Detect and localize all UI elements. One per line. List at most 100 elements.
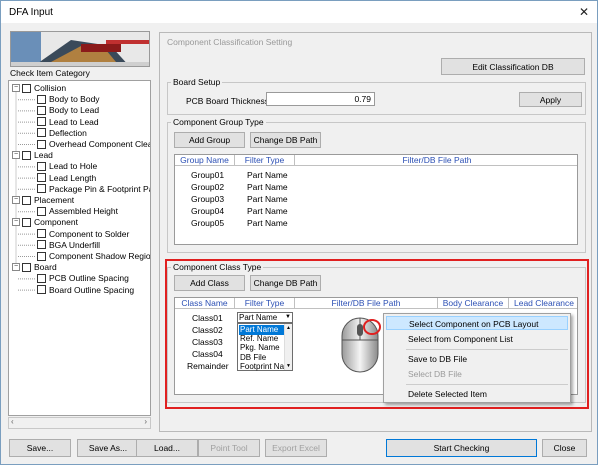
expand-collapse-icon[interactable]: − bbox=[12, 196, 20, 204]
checkbox[interactable] bbox=[37, 173, 46, 183]
tree-item[interactable]: Overhead Component Clearan bbox=[37, 139, 150, 149]
scroll-up-icon[interactable]: ▲ bbox=[286, 325, 291, 331]
group-filter-type-cell[interactable]: Part Name bbox=[247, 170, 288, 180]
tree-item[interactable]: PCB Outline Spacing bbox=[37, 273, 129, 283]
tree-item[interactable]: Deflection bbox=[37, 128, 87, 138]
scroll-down-icon[interactable]: ▼ bbox=[286, 363, 291, 369]
menu-select-db-file[interactable]: Select DB File bbox=[386, 367, 568, 381]
group-name-cell[interactable]: Group04 bbox=[191, 206, 224, 216]
checkbox[interactable] bbox=[37, 184, 46, 194]
tree-item[interactable]: Assembled Height bbox=[37, 206, 118, 216]
save-button[interactable]: Save... bbox=[9, 439, 71, 457]
lead-clearance-header[interactable]: Lead Clearance bbox=[509, 298, 577, 309]
save-as-button[interactable]: Save As... bbox=[77, 439, 139, 457]
point-tool-button[interactable]: Point Tool bbox=[198, 439, 260, 457]
group-name-cell[interactable]: Group05 bbox=[191, 218, 224, 228]
scroll-left-icon[interactable]: ‹ bbox=[11, 417, 14, 426]
checkbox[interactable] bbox=[37, 229, 46, 239]
class-path-header[interactable]: Filter/DB File Path bbox=[295, 298, 438, 309]
checkbox[interactable] bbox=[22, 195, 31, 205]
expand-collapse-icon[interactable]: − bbox=[12, 151, 20, 160]
tree-item[interactable]: Lead to Lead bbox=[37, 117, 99, 127]
tree-item-label: Board bbox=[34, 262, 57, 273]
close-button[interactable]: Close bbox=[542, 439, 587, 457]
class-change-db-path-button[interactable]: Change DB Path bbox=[250, 275, 321, 291]
expand-collapse-icon[interactable]: − bbox=[12, 218, 20, 227]
tree-horizontal-scrollbar[interactable]: ‹ › bbox=[8, 417, 151, 429]
tree-item[interactable]: Body to Body bbox=[37, 94, 100, 104]
check-item-tree[interactable]: − Collision Body to Body Body to Lead Lead t… bbox=[8, 80, 151, 416]
group-filter-type-cell[interactable]: Part Name bbox=[247, 206, 288, 216]
chevron-down-icon[interactable]: ▼ bbox=[285, 313, 291, 322]
filter-type-dropdown[interactable]: ▲ ▼ Part Name Ref. Name Pkg. Name DB File Fo… bbox=[237, 323, 293, 371]
tree-item[interactable]: Package Pin & Footprint Pad bbox=[37, 184, 150, 194]
checkbox[interactable] bbox=[37, 94, 46, 104]
group-filter-type-cell[interactable]: Part Name bbox=[247, 182, 288, 192]
class-name-cell[interactable]: Class02 bbox=[192, 325, 223, 335]
group-filter-type-cell[interactable]: Part Name bbox=[247, 194, 288, 204]
group-name-cell[interactable]: Group02 bbox=[191, 182, 224, 192]
checkbox[interactable] bbox=[37, 240, 46, 250]
filter-type-combo[interactable]: Part Name ▼ bbox=[237, 312, 293, 323]
menu-save-to-db-file[interactable]: Save to DB File bbox=[386, 352, 568, 366]
checkbox[interactable] bbox=[37, 161, 46, 171]
close-icon[interactable]: ✕ bbox=[579, 5, 589, 19]
checkbox[interactable] bbox=[22, 217, 31, 227]
checkbox[interactable] bbox=[37, 139, 46, 149]
apply-button[interactable]: Apply bbox=[519, 92, 582, 107]
tree-item[interactable]: Component to Solder bbox=[37, 229, 129, 239]
dropdown-scrollbar[interactable]: ▲ ▼ bbox=[284, 324, 292, 370]
tree-item[interactable]: − Component bbox=[12, 217, 78, 227]
menu-select-on-pcb-layout[interactable]: Select Component on PCB Layout bbox=[386, 316, 568, 330]
dfa-input-window: DFA Input ✕ Check Item Category − Collisi… bbox=[0, 0, 598, 465]
dropdown-option[interactable]: Footprint Nam bbox=[239, 362, 284, 372]
group-table[interactable]: Group Name Filter Type Filter/DB File Pa… bbox=[174, 154, 578, 245]
tree-item[interactable]: Board Outline Spacing bbox=[37, 285, 134, 295]
tree-item[interactable]: − Lead bbox=[12, 150, 53, 160]
expand-collapse-icon[interactable]: − bbox=[12, 263, 20, 272]
group-change-db-path-button[interactable]: Change DB Path bbox=[250, 132, 321, 148]
edit-classification-db-button[interactable]: Edit Classification DB bbox=[441, 58, 585, 75]
tree-item[interactable]: − Collision bbox=[12, 83, 66, 93]
tree-item[interactable]: − Placement bbox=[12, 195, 74, 205]
checkbox[interactable] bbox=[22, 262, 31, 272]
class-name-cell[interactable]: Remainder bbox=[187, 361, 229, 371]
group-filter-type-header[interactable]: Filter Type bbox=[235, 155, 295, 166]
tree-item[interactable]: Lead Length bbox=[37, 173, 96, 183]
class-name-cell[interactable]: Class03 bbox=[192, 337, 223, 347]
add-class-button[interactable]: Add Class bbox=[174, 275, 245, 291]
checkbox[interactable] bbox=[37, 285, 46, 295]
scroll-right-icon[interactable]: › bbox=[144, 417, 147, 426]
export-excel-button[interactable]: Export Excel bbox=[265, 439, 327, 457]
load-button[interactable]: Load... bbox=[136, 439, 198, 457]
body-clearance-header[interactable]: Body Clearance bbox=[438, 298, 509, 309]
tree-item[interactable]: Body to Lead bbox=[37, 105, 99, 115]
group-name-cell[interactable]: Group03 bbox=[191, 194, 224, 204]
class-name-header[interactable]: Class Name bbox=[175, 298, 235, 309]
checkbox[interactable] bbox=[37, 273, 46, 283]
tree-item[interactable]: BGA Underfill bbox=[37, 240, 100, 250]
menu-select-from-component-list[interactable]: Select from Component List bbox=[386, 332, 568, 346]
checkbox[interactable] bbox=[37, 128, 46, 138]
checkbox[interactable] bbox=[22, 83, 31, 93]
start-checking-button[interactable]: Start Checking bbox=[386, 439, 537, 457]
tree-item[interactable]: Lead to Hole bbox=[37, 161, 97, 171]
class-name-cell[interactable]: Class01 bbox=[192, 313, 223, 323]
checkbox[interactable] bbox=[22, 150, 31, 160]
group-name-cell[interactable]: Group01 bbox=[191, 170, 224, 180]
thickness-input[interactable]: 0.79 bbox=[266, 92, 375, 106]
checkbox[interactable] bbox=[37, 117, 46, 127]
group-filter-type-cell[interactable]: Part Name bbox=[247, 218, 288, 228]
class-name-cell[interactable]: Class04 bbox=[192, 349, 223, 359]
menu-delete-selected-item[interactable]: Delete Selected Item bbox=[386, 387, 568, 401]
checkbox[interactable] bbox=[37, 206, 46, 216]
expand-collapse-icon[interactable]: − bbox=[12, 84, 20, 92]
class-filter-type-header[interactable]: Filter Type bbox=[235, 298, 295, 309]
add-group-button[interactable]: Add Group bbox=[174, 132, 245, 148]
tree-item[interactable]: Component Shadow Region bbox=[37, 251, 150, 261]
group-path-header[interactable]: Filter/DB File Path bbox=[295, 155, 577, 166]
tree-item[interactable]: − Board bbox=[12, 262, 57, 272]
checkbox[interactable] bbox=[37, 105, 46, 115]
group-name-header[interactable]: Group Name bbox=[175, 155, 235, 166]
checkbox[interactable] bbox=[37, 251, 46, 261]
